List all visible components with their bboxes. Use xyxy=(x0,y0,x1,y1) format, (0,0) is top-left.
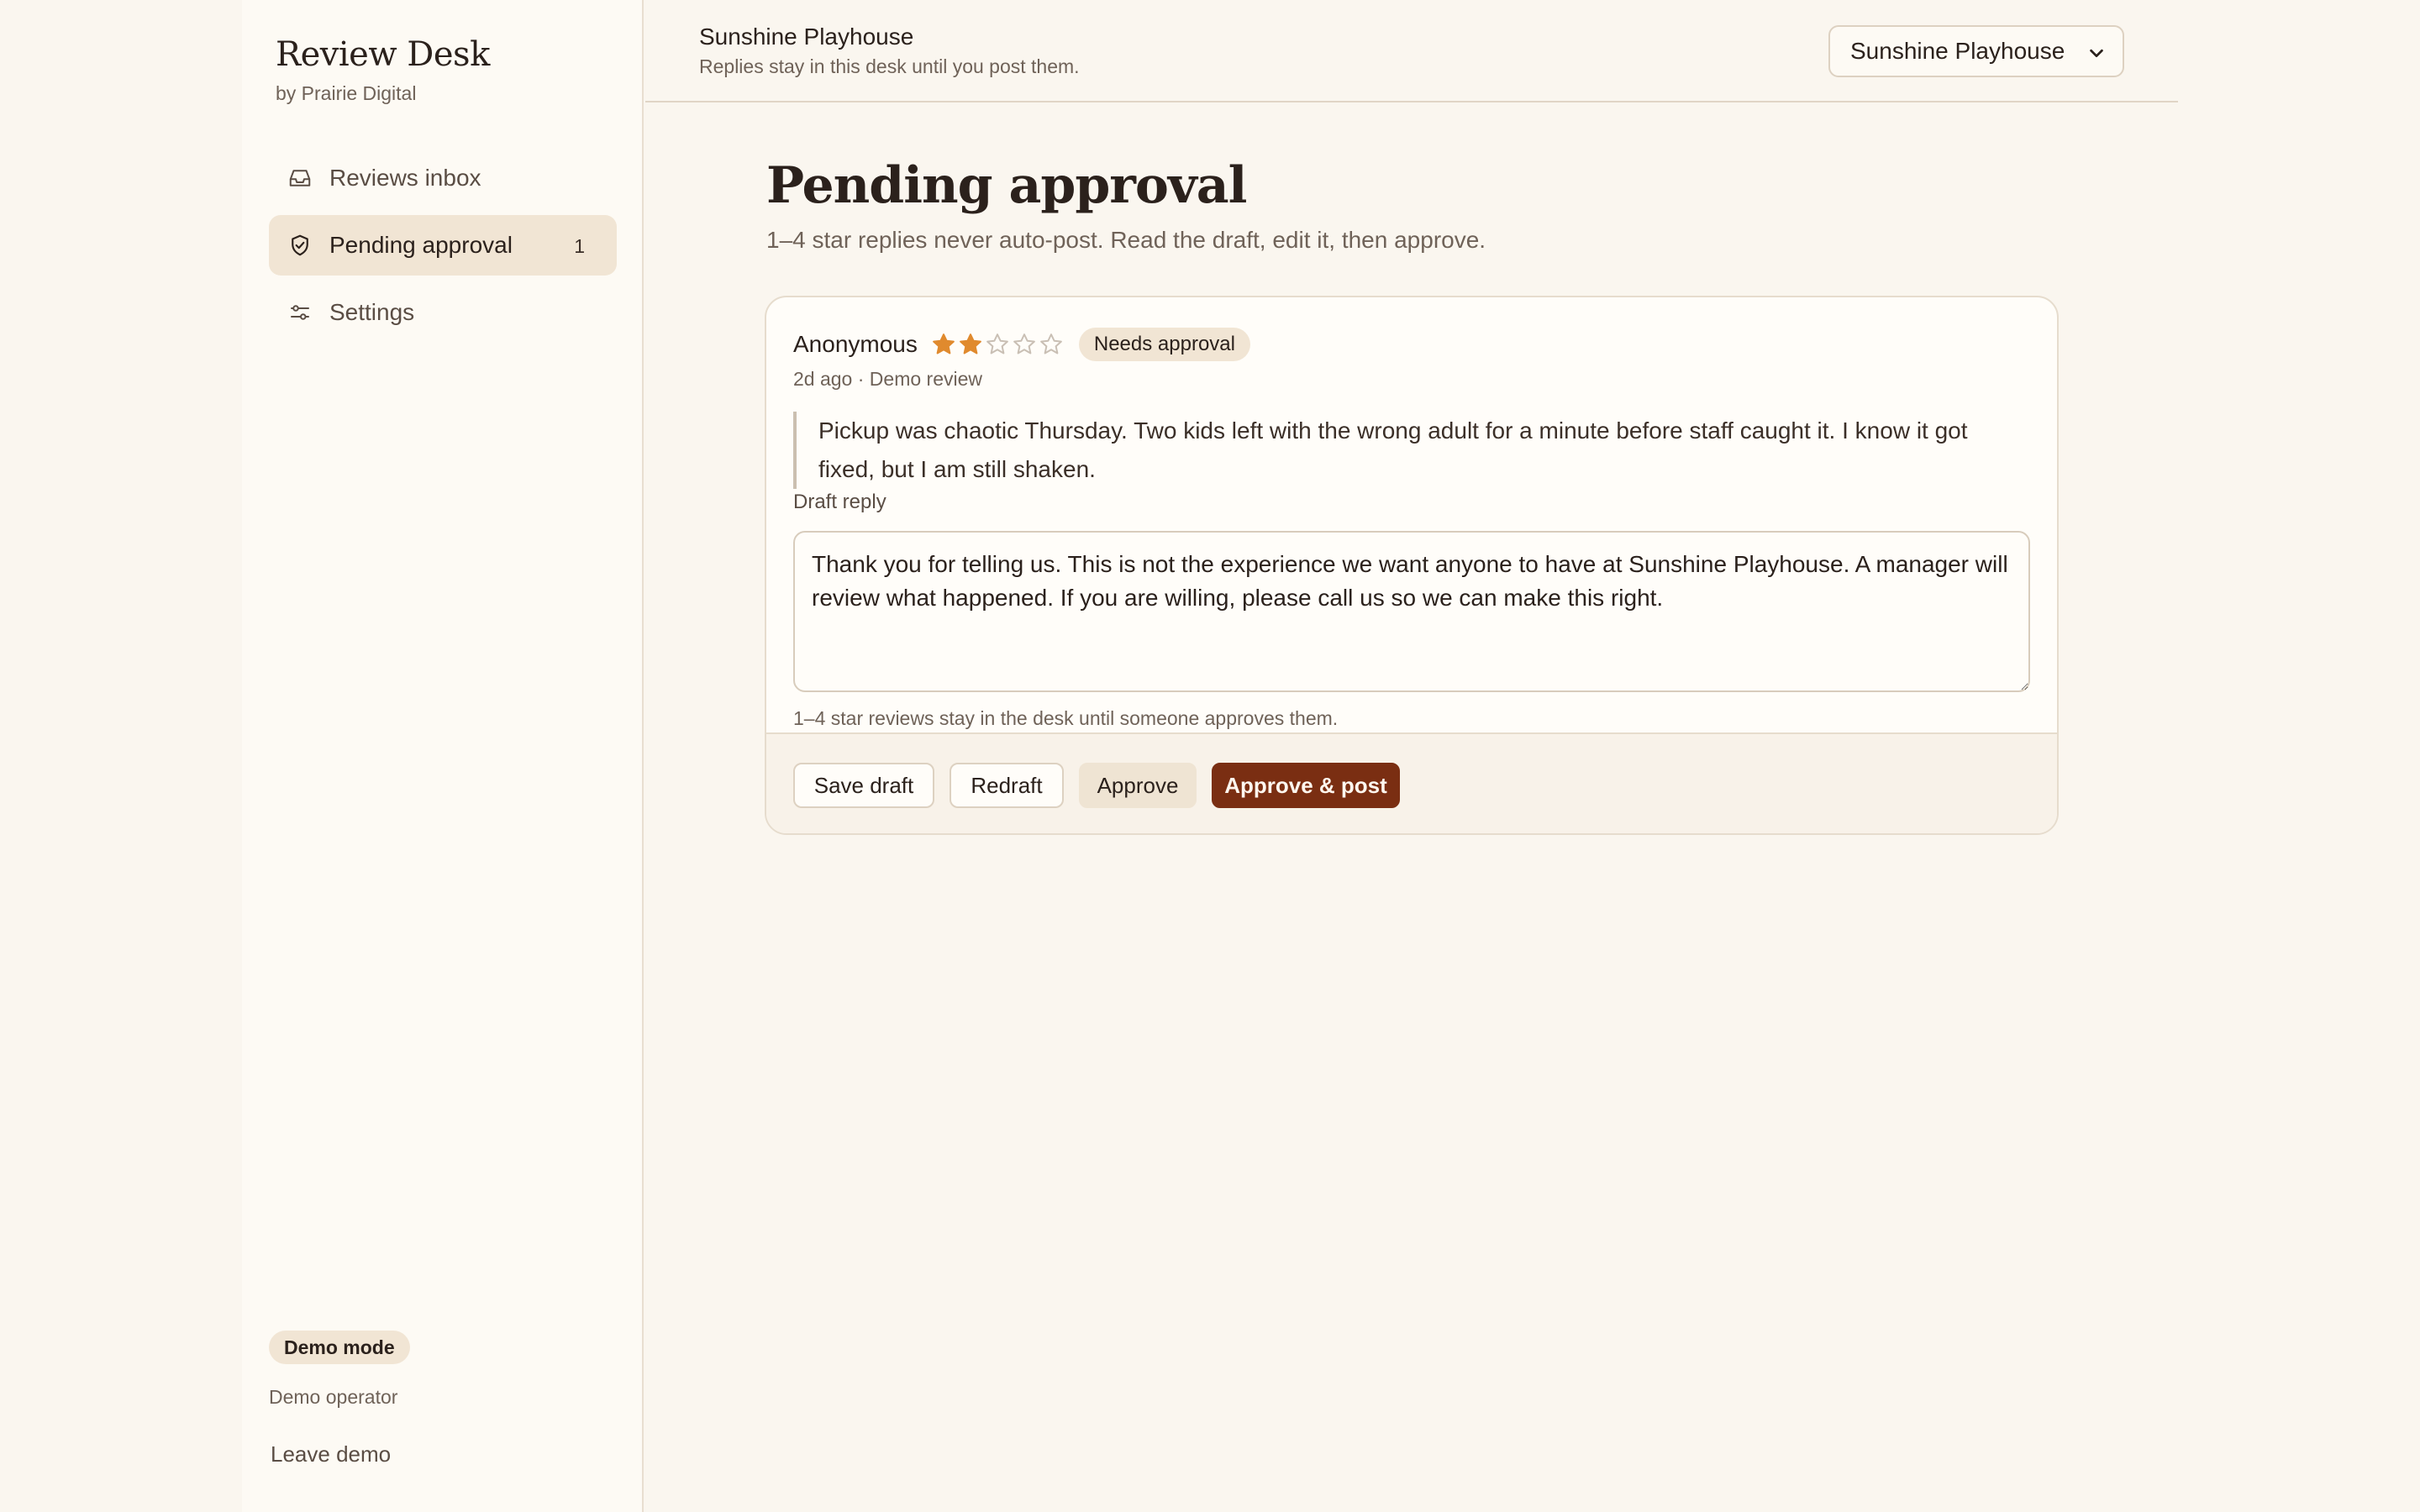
sidebar-item-settings[interactable]: Settings xyxy=(269,282,617,343)
review-header: Anonymous Needs approval xyxy=(793,328,1250,361)
star-filled-icon xyxy=(960,333,981,354)
brand-subtitle: by Prairie Digital xyxy=(276,82,417,104)
leave-demo-link[interactable]: Leave demo xyxy=(271,1441,391,1467)
draft-reply-textarea[interactable]: Thank you for telling us. This is not th… xyxy=(793,531,2030,692)
topbar: Sunshine Playhouse Replies stay in this … xyxy=(645,0,2178,102)
sidebar-item-pending-approval[interactable]: Pending approval 1 xyxy=(269,215,617,276)
review-actions: Save draft Redraft Approve Approve & pos… xyxy=(766,732,2057,833)
location-name: Sunshine Playhouse xyxy=(699,24,914,50)
review-card: Anonymous Needs approval 2d ago · Demo r… xyxy=(765,296,2059,835)
policy-note: 1–4 star reviews stay in the desk until … xyxy=(793,707,1339,729)
page-title: Pending approval xyxy=(766,156,1247,215)
left-gutter xyxy=(0,0,242,1512)
demo-mode-badge: Demo mode xyxy=(269,1331,410,1364)
pending-count-badge: 1 xyxy=(574,235,585,257)
star-filled-icon xyxy=(933,333,955,354)
location-select-value: Sunshine Playhouse xyxy=(1850,38,2065,64)
sidebar: Review Desk by Prairie Digital Reviews i… xyxy=(242,0,644,1512)
sidebar-nav: Reviews inbox Pending approval 1 Setting… xyxy=(269,148,617,349)
star-rating xyxy=(931,332,1065,357)
star-empty-icon xyxy=(1013,333,1035,354)
review-text: Pickup was chaotic Thursday. Two kids le… xyxy=(793,412,2020,489)
approve-button[interactable]: Approve xyxy=(1079,763,1197,808)
sidebar-item-label: Pending approval xyxy=(329,232,513,258)
chevron-down-icon xyxy=(2090,49,2103,58)
operator-name: Demo operator xyxy=(269,1386,398,1408)
inbox-icon xyxy=(287,165,313,191)
approve-and-post-button[interactable]: Approve & post xyxy=(1212,763,1400,808)
save-draft-button[interactable]: Save draft xyxy=(793,763,934,808)
star-empty-icon xyxy=(1040,333,1062,354)
sidebar-item-label: Settings xyxy=(329,299,415,325)
sliders-icon xyxy=(287,300,313,325)
redraft-button[interactable]: Redraft xyxy=(950,763,1064,808)
draft-reply-label: Draft reply xyxy=(793,491,886,513)
star-empty-icon xyxy=(986,333,1008,354)
app-root: Review Desk by Prairie Digital Reviews i… xyxy=(0,0,2420,1512)
brand-title: Review Desk xyxy=(276,35,490,74)
review-meta: 2d ago · Demo review xyxy=(793,368,982,390)
location-note: Replies stay in this desk until you post… xyxy=(699,55,1080,77)
location-select[interactable]: Sunshine Playhouse xyxy=(1828,25,2124,77)
sidebar-item-label: Reviews inbox xyxy=(329,165,481,191)
sidebar-item-reviews-inbox[interactable]: Reviews inbox xyxy=(269,148,617,208)
page-subtitle: 1–4 star replies never auto-post. Read t… xyxy=(766,227,1486,253)
status-badge: Needs approval xyxy=(1078,328,1250,361)
review-author: Anonymous xyxy=(793,331,918,357)
shield-check-icon xyxy=(287,233,313,258)
